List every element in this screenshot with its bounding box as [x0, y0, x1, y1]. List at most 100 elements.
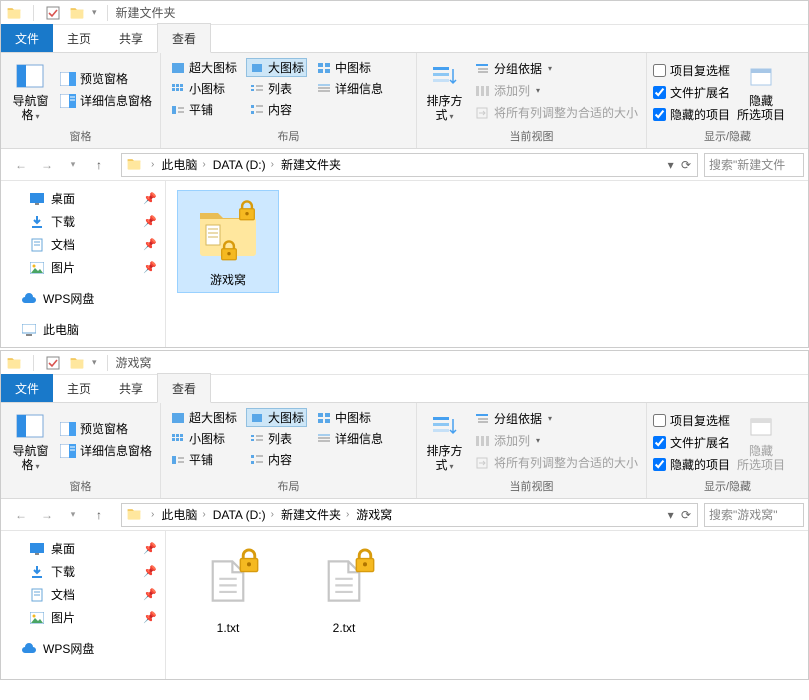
layout-medium[interactable]: 中图标	[313, 408, 386, 427]
breadcrumb-item[interactable]: DATA (D:)›	[211, 508, 279, 522]
tab-home[interactable]: 主页	[53, 374, 105, 402]
nav-desktop[interactable]: 桌面📌	[1, 187, 165, 210]
tab-home[interactable]: 主页	[53, 24, 105, 52]
folder-locked-icon	[192, 195, 264, 267]
tab-view[interactable]: 查看	[157, 23, 211, 53]
layout-tiles[interactable]: 平铺	[167, 450, 240, 469]
layout-small[interactable]: 小图标	[167, 79, 240, 98]
forward-button[interactable]: →	[37, 155, 57, 175]
pin-icon[interactable]: 📌	[143, 238, 157, 251]
nav-thispc[interactable]: 此电脑	[1, 318, 165, 341]
back-button[interactable]: ←	[11, 155, 31, 175]
pin-icon[interactable]: 📌	[143, 588, 157, 601]
nav-documents[interactable]: 文档📌	[1, 233, 165, 256]
address-bar[interactable]: › 此电脑› DATA (D:)› 新建文件夹› 游戏窝 ▾ ⟳	[121, 503, 698, 527]
layout-gallery[interactable]: 超大图标 大图标 中图标 小图标 列表 详细信息 平铺 内容	[163, 55, 390, 122]
hidden-items-toggle[interactable]: 隐藏的项目	[653, 105, 730, 124]
qat-dropdown-icon[interactable]: ▾	[92, 7, 97, 18]
group-label-layout: 布局	[161, 126, 416, 148]
layout-gallery[interactable]: 超大图标 大图标 中图标 小图标 列表 详细信息 平铺 内容	[163, 405, 390, 472]
qat-folder-icon[interactable]	[68, 354, 86, 372]
hide-selected-button[interactable]: 隐藏所选项目	[736, 57, 786, 123]
preview-pane-button[interactable]: 预览窗格	[58, 69, 154, 88]
breadcrumb-item[interactable]: 游戏窝	[354, 506, 394, 523]
search-input[interactable]: 搜索"新建文件	[704, 153, 804, 177]
address-dropdown-icon[interactable]: ▾	[668, 508, 674, 522]
layout-list[interactable]: 列表	[246, 429, 307, 448]
qat-checkbox-icon[interactable]	[44, 4, 62, 22]
layout-extra-large[interactable]: 超大图标	[167, 58, 240, 77]
layout-list[interactable]: 列表	[246, 79, 307, 98]
pin-icon[interactable]: 📌	[143, 565, 157, 578]
file-list[interactable]: 1.txt 2.txt	[166, 531, 808, 679]
breadcrumb-item[interactable]: 新建文件夹	[279, 156, 343, 173]
layout-details[interactable]: 详细信息	[313, 79, 386, 98]
nav-downloads[interactable]: 下载📌	[1, 560, 165, 583]
breadcrumb-item[interactable]: 新建文件夹›	[279, 506, 354, 523]
back-button[interactable]: ←	[11, 505, 31, 525]
tab-file[interactable]: 文件	[1, 24, 53, 52]
nav-desktop[interactable]: 桌面📌	[1, 537, 165, 560]
groupby-button[interactable]: 分组依据▾	[472, 59, 640, 78]
file-item[interactable]: 2.txt	[294, 541, 394, 639]
refresh-icon[interactable]: ⟳	[681, 508, 691, 522]
pin-icon[interactable]: 📌	[143, 192, 157, 205]
breadcrumb-item[interactable]: 此电脑›	[159, 506, 210, 523]
up-button[interactable]: ↑	[89, 155, 109, 175]
downloads-icon	[29, 214, 45, 230]
tab-file[interactable]: 文件	[1, 374, 53, 402]
file-item[interactable]: 游戏窝	[178, 191, 278, 292]
navigation-pane: 桌面📌 下载📌 文档📌 图片📌 WPS网盘	[1, 531, 166, 679]
layout-large[interactable]: 大图标	[246, 408, 307, 427]
address-dropdown-icon[interactable]: ▾	[668, 158, 674, 172]
preview-pane-button[interactable]: 预览窗格	[58, 419, 154, 438]
nav-downloads[interactable]: 下载📌	[1, 210, 165, 233]
nav-pane-button[interactable]: 导航窗格▾	[7, 407, 54, 473]
breadcrumb-item[interactable]: 此电脑›	[159, 156, 210, 173]
details-pane-button[interactable]: 详细信息窗格	[58, 441, 154, 460]
pin-icon[interactable]: 📌	[143, 542, 157, 555]
groupby-button[interactable]: 分组依据▾	[472, 409, 640, 428]
nav-wps[interactable]: WPS网盘	[1, 287, 165, 310]
pin-icon[interactable]: 📌	[143, 261, 157, 274]
file-item[interactable]: 1.txt	[178, 541, 278, 639]
file-extensions-toggle[interactable]: 文件扩展名	[653, 433, 730, 452]
qat-dropdown-icon[interactable]: ▾	[92, 357, 97, 368]
item-checkboxes-toggle[interactable]: 项目复选框	[653, 61, 730, 80]
layout-content[interactable]: 内容	[246, 100, 307, 119]
tab-view[interactable]: 查看	[157, 373, 211, 403]
tab-share[interactable]: 共享	[105, 374, 157, 402]
layout-content[interactable]: 内容	[246, 450, 307, 469]
up-button[interactable]: ↑	[89, 505, 109, 525]
nav-wps[interactable]: WPS网盘	[1, 637, 165, 660]
layout-small[interactable]: 小图标	[167, 429, 240, 448]
address-bar[interactable]: › 此电脑› DATA (D:)› 新建文件夹 ▾ ⟳	[121, 153, 698, 177]
recent-dropdown[interactable]: ▾	[63, 505, 83, 525]
breadcrumb-item[interactable]: DATA (D:)›	[211, 158, 279, 172]
refresh-icon[interactable]: ⟳	[681, 158, 691, 172]
qat-checkbox-icon[interactable]	[44, 354, 62, 372]
layout-details[interactable]: 详细信息	[313, 429, 386, 448]
layout-tiles[interactable]: 平铺	[167, 100, 240, 119]
sort-button[interactable]: 排序方式▾	[423, 57, 466, 123]
search-input[interactable]: 搜索"游戏窝"	[704, 503, 804, 527]
qat-folder-icon[interactable]	[68, 4, 86, 22]
item-checkboxes-toggle[interactable]: 项目复选框	[653, 411, 730, 430]
tab-share[interactable]: 共享	[105, 24, 157, 52]
nav-documents[interactable]: 文档📌	[1, 583, 165, 606]
nav-pane-button[interactable]: 导航窗格▾	[7, 57, 54, 123]
file-list[interactable]: 游戏窝	[166, 181, 808, 347]
sort-button[interactable]: 排序方式▾	[423, 407, 466, 473]
layout-medium[interactable]: 中图标	[313, 58, 386, 77]
file-extensions-toggle[interactable]: 文件扩展名	[653, 83, 730, 102]
nav-pictures[interactable]: 图片📌	[1, 256, 165, 279]
recent-dropdown[interactable]: ▾	[63, 155, 83, 175]
details-pane-button[interactable]: 详细信息窗格	[58, 91, 154, 110]
forward-button[interactable]: →	[37, 505, 57, 525]
nav-pictures[interactable]: 图片📌	[1, 606, 165, 629]
layout-extra-large[interactable]: 超大图标	[167, 408, 240, 427]
pin-icon[interactable]: 📌	[143, 215, 157, 228]
hidden-items-toggle[interactable]: 隐藏的项目	[653, 455, 730, 474]
pin-icon[interactable]: 📌	[143, 611, 157, 624]
layout-large[interactable]: 大图标	[246, 58, 307, 77]
